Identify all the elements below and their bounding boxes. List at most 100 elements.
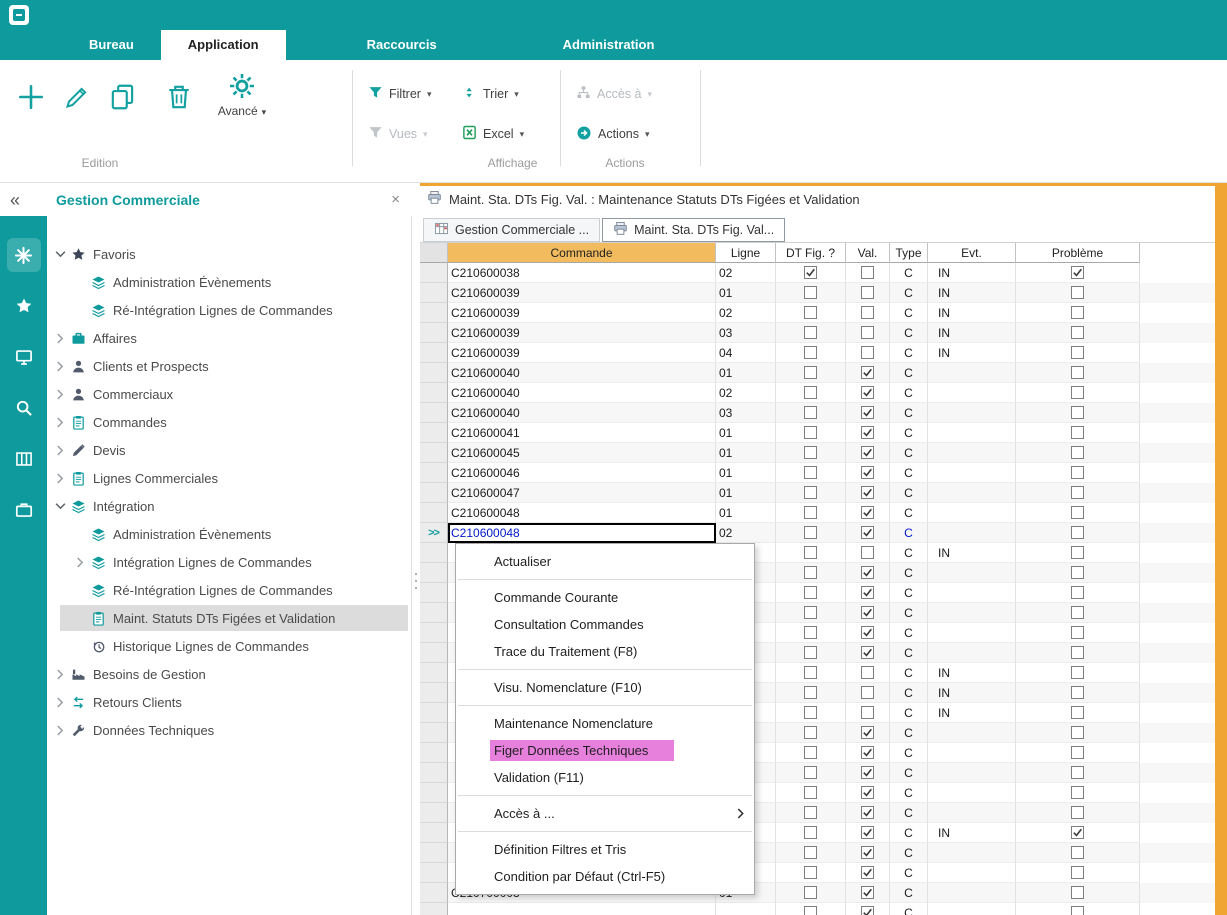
add-button[interactable] [10, 76, 52, 118]
checkbox-probleme[interactable] [1071, 526, 1084, 539]
checkbox-probleme[interactable] [1071, 686, 1084, 699]
close-sidebar-button[interactable]: × [391, 191, 400, 208]
checkbox-dt-fig[interactable] [804, 366, 817, 379]
tree-item-maint-statuts-dts-fig-es-et-validation[interactable]: Maint. Statuts DTs Figées et Validation [47, 604, 411, 632]
views-button[interactable]: Vues ▾ [368, 122, 428, 146]
tree-item-devis[interactable]: Devis [47, 436, 411, 464]
checkbox-dt-fig[interactable] [804, 886, 817, 899]
checkbox-dt-fig[interactable] [804, 646, 817, 659]
tree-item-donn-es-techniques[interactable]: Données Techniques [47, 716, 411, 744]
checkbox-probleme[interactable] [1071, 746, 1084, 759]
checkbox-probleme[interactable] [1071, 326, 1084, 339]
row-marker[interactable] [420, 843, 448, 863]
row-marker[interactable] [420, 643, 448, 663]
row-marker[interactable] [420, 823, 448, 843]
expander-closed-icon[interactable] [52, 697, 68, 708]
checkbox-val[interactable] [861, 586, 874, 599]
checkbox-val[interactable] [861, 406, 874, 419]
column-header-dt-fig[interactable]: DT Fig. ? [776, 243, 846, 263]
search-icon[interactable] [7, 391, 41, 425]
checkbox-probleme[interactable] [1071, 846, 1084, 859]
checkbox-val[interactable] [861, 546, 874, 559]
checkbox-val[interactable] [861, 306, 874, 319]
tree-item-int-gration-lignes-de-commandes[interactable]: Intégration Lignes de Commandes [47, 548, 411, 576]
actions-button[interactable]: Actions ▾ [576, 122, 650, 146]
checkbox-val[interactable] [861, 906, 874, 915]
tree-item-historique-lignes-de-commandes[interactable]: Historique Lignes de Commandes [47, 632, 411, 660]
checkbox-dt-fig[interactable] [804, 766, 817, 779]
checkbox-dt-fig[interactable] [804, 686, 817, 699]
checkbox-dt-fig[interactable] [804, 306, 817, 319]
tree-item-commandes[interactable]: Commandes [47, 408, 411, 436]
checkbox-dt-fig[interactable] [804, 786, 817, 799]
expander-closed-icon[interactable] [52, 473, 68, 484]
menu-item-visu-nomenclature-f10[interactable]: Visu. Nomenclature (F10) [456, 674, 754, 701]
checkbox-dt-fig[interactable] [804, 826, 817, 839]
checkbox-val[interactable] [861, 666, 874, 679]
checkbox-probleme[interactable] [1071, 506, 1084, 519]
row-marker[interactable] [420, 343, 448, 363]
document-tab-gestion-commerciale[interactable]: Gestion Commerciale ... [423, 218, 600, 242]
menu-item-figer-donn-es-techniques[interactable]: Figer Données Techniques [456, 737, 754, 764]
checkbox-dt-fig[interactable] [804, 266, 817, 279]
checkbox-val[interactable] [861, 326, 874, 339]
row-marker[interactable] [420, 443, 448, 463]
checkbox-val[interactable] [861, 486, 874, 499]
checkbox-dt-fig[interactable] [804, 386, 817, 399]
checkbox-val[interactable] [861, 766, 874, 779]
grid-row[interactable]: C21060003901CIN [420, 283, 1215, 303]
checkbox-val[interactable] [861, 866, 874, 879]
grid-row[interactable]: C21060004001C [420, 363, 1215, 383]
row-marker[interactable] [420, 583, 448, 603]
checkbox-dt-fig[interactable] [804, 806, 817, 819]
checkbox-dt-fig[interactable] [804, 866, 817, 879]
grid-row[interactable]: C21060004601C [420, 463, 1215, 483]
checkbox-val[interactable] [861, 526, 874, 539]
row-marker[interactable] [420, 283, 448, 303]
row-marker[interactable] [420, 303, 448, 323]
row-marker[interactable] [420, 663, 448, 683]
row-marker[interactable] [420, 623, 448, 643]
grid-row[interactable]: >>C21060004802C [420, 523, 1215, 543]
row-marker[interactable] [420, 563, 448, 583]
checkbox-probleme[interactable] [1071, 766, 1084, 779]
checkbox-probleme[interactable] [1071, 666, 1084, 679]
checkbox-dt-fig[interactable] [804, 566, 817, 579]
checkbox-val[interactable] [861, 346, 874, 359]
row-marker[interactable] [420, 743, 448, 763]
app-logo-icon[interactable] [9, 5, 29, 25]
expander-closed-icon[interactable] [52, 361, 68, 372]
checkbox-val[interactable] [861, 826, 874, 839]
checkbox-val[interactable] [861, 786, 874, 799]
checkbox-probleme[interactable] [1071, 866, 1084, 879]
checkbox-val[interactable] [861, 626, 874, 639]
checkbox-dt-fig[interactable] [804, 586, 817, 599]
menu-item-condition-par-d-faut-ctrl-f5[interactable]: Condition par Défaut (Ctrl-F5) [456, 863, 754, 890]
checkbox-val[interactable] [861, 606, 874, 619]
column-header-val[interactable]: Val. [846, 243, 890, 263]
tree-item-besoins-de-gestion[interactable]: Besoins de Gestion [47, 660, 411, 688]
row-marker[interactable] [420, 543, 448, 563]
row-marker[interactable] [420, 803, 448, 823]
checkbox-val[interactable] [861, 426, 874, 439]
row-marker[interactable] [420, 463, 448, 483]
document-tab-maint-sta-dts-fig-val[interactable]: Maint. Sta. DTs Fig. Val... [602, 218, 785, 242]
copy-button[interactable] [102, 76, 144, 118]
row-marker[interactable] [420, 703, 448, 723]
row-marker[interactable] [420, 883, 448, 903]
expander-open-icon[interactable] [52, 250, 68, 259]
grid-row[interactable]: C21060004101C [420, 423, 1215, 443]
column-header-type[interactable]: Type [890, 243, 928, 263]
checkbox-probleme[interactable] [1071, 306, 1084, 319]
checkbox-dt-fig[interactable] [804, 286, 817, 299]
checkbox-dt-fig[interactable] [804, 726, 817, 739]
checkbox-probleme[interactable] [1071, 366, 1084, 379]
portfolio-icon[interactable] [7, 493, 41, 527]
advanced-button[interactable]: Avancé▾ [206, 68, 278, 138]
checkbox-dt-fig[interactable] [804, 906, 817, 915]
excel-button[interactable]: Excel ▾ [462, 122, 524, 146]
tree-item-clients-et-prospects[interactable]: Clients et Prospects [47, 352, 411, 380]
app-tab-raccourcis[interactable]: Raccourcis [340, 30, 464, 60]
checkbox-probleme[interactable] [1071, 826, 1084, 839]
checkbox-probleme[interactable] [1071, 286, 1084, 299]
